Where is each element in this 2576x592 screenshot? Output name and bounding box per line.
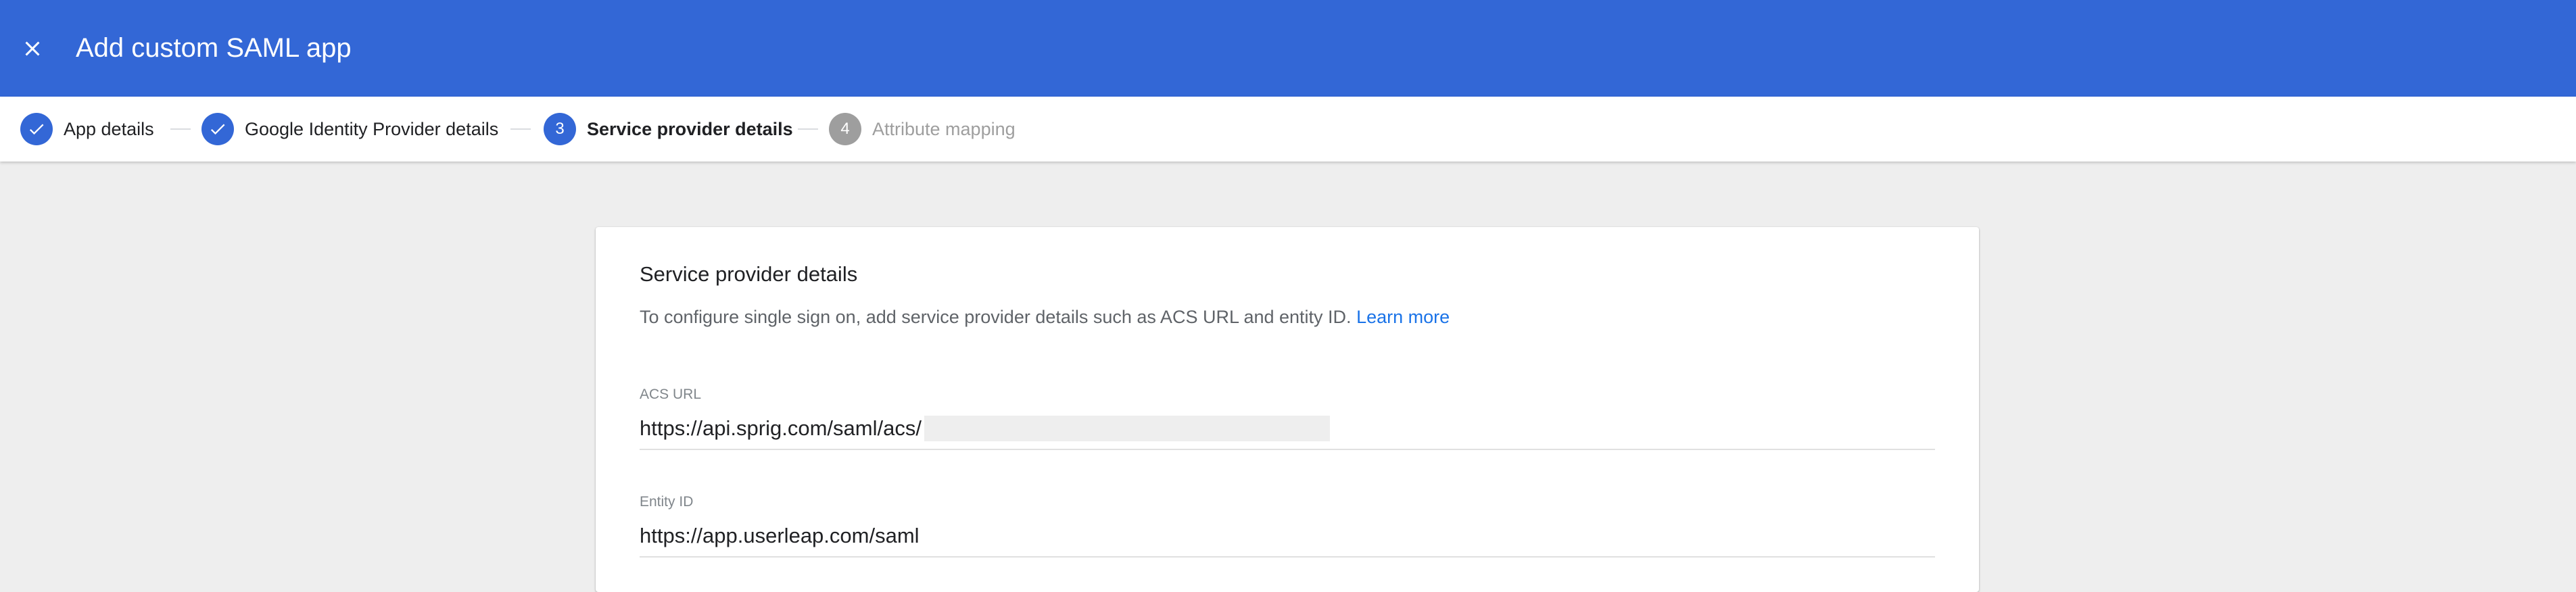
step-app-details[interactable]: App details (20, 113, 154, 145)
input-underline (640, 449, 1935, 450)
app-header: Add custom SAML app (0, 0, 2576, 97)
step-label: Attribute mapping (872, 118, 1016, 139)
setup-stepper: App details Google Identity Provider det… (0, 97, 2576, 162)
entity-id-value: https://app.userleap.com/saml (640, 524, 920, 547)
step-label: App details (64, 118, 154, 139)
input-underline (640, 556, 1935, 558)
description-text: To configure single sign on, add service… (640, 307, 1352, 327)
step-connector (170, 128, 191, 130)
step-connector (510, 128, 531, 130)
step-attribute-mapping: 4 Attribute mapping (829, 113, 1016, 145)
entity-id-field[interactable]: Entity ID https://app.userleap.com/saml (640, 494, 1935, 558)
step-label: Service provider details (587, 118, 793, 139)
step-google-idp-details[interactable]: Google Identity Provider details (201, 113, 498, 145)
step-complete-check-icon (201, 113, 234, 145)
step-service-provider-details[interactable]: 3 Service provider details (544, 113, 793, 145)
step-number-badge: 4 (829, 113, 861, 145)
step-complete-check-icon (20, 113, 53, 145)
card-description: To configure single sign on, add service… (640, 307, 1450, 328)
step-connector (798, 128, 818, 130)
learn-more-link[interactable]: Learn more (1356, 307, 1450, 327)
entity-id-label: Entity ID (640, 494, 694, 510)
service-provider-card: Service provider details To configure si… (596, 227, 1979, 592)
acs-url-input[interactable]: https://api.sprig.com/saml/acs/ (640, 415, 1935, 442)
acs-url-label: ACS URL (640, 387, 702, 402)
close-icon[interactable] (20, 36, 45, 61)
page-title: Add custom SAML app (76, 33, 352, 63)
acs-url-field[interactable]: ACS URL https://api.sprig.com/saml/acs/ (640, 387, 1935, 450)
acs-url-value: https://api.sprig.com/saml/acs/ (640, 416, 922, 440)
entity-id-input[interactable]: https://app.userleap.com/saml (640, 522, 1935, 549)
close-button[interactable] (14, 30, 51, 68)
step-label: Google Identity Provider details (245, 118, 499, 139)
card-title: Service provider details (640, 262, 858, 286)
step-number-badge: 3 (544, 113, 576, 145)
redacted-value-block (924, 416, 1330, 441)
